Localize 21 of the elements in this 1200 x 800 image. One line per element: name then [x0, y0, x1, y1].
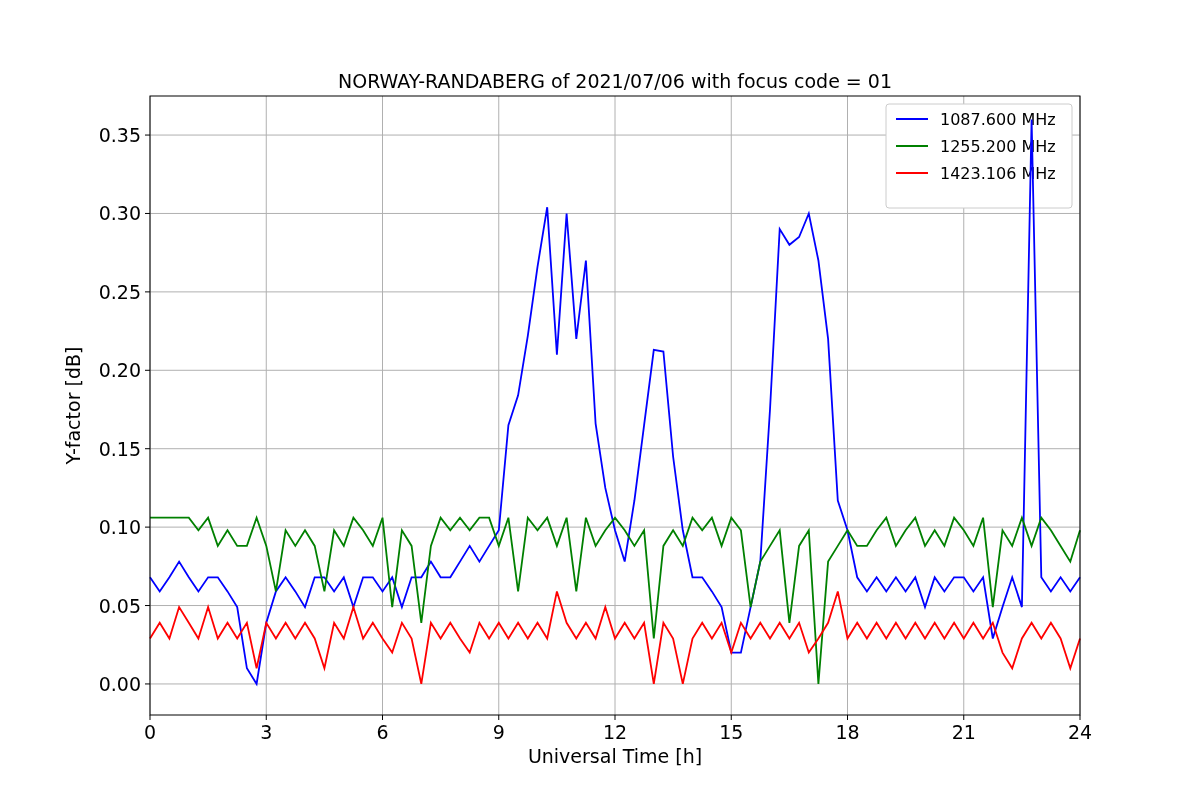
tick-label: 0.20	[98, 359, 141, 382]
tick-label: 0	[143, 721, 157, 743]
tick-label: 21	[951, 721, 976, 743]
y-axis-label: Y-factor [dB]	[62, 346, 84, 465]
tick-label: 0.10	[98, 516, 141, 539]
tick-label: 3	[260, 721, 273, 743]
tick-label: 0.05	[98, 594, 141, 617]
x-axis-label: Universal Time [h]	[527, 745, 703, 767]
chart-title: NORWAY-RANDABERG of 2021/07/06 with focus code = 01	[338, 70, 892, 92]
tick-label: 6	[376, 721, 389, 743]
tick-label: 24	[1067, 721, 1093, 743]
tick-label: 12	[602, 721, 628, 743]
tick-label: 18	[835, 721, 860, 743]
tick-label: 0.25	[98, 280, 141, 303]
tick-label: 0.15	[98, 437, 141, 460]
tick-label: 15	[719, 721, 744, 743]
tick-label: 0.35	[98, 124, 141, 147]
tick-label: 9	[492, 721, 505, 743]
tick-label: 0.00	[98, 672, 141, 695]
legend-label: 1087.600 MHz	[940, 110, 1056, 129]
tick-label: 0.30	[98, 202, 141, 225]
